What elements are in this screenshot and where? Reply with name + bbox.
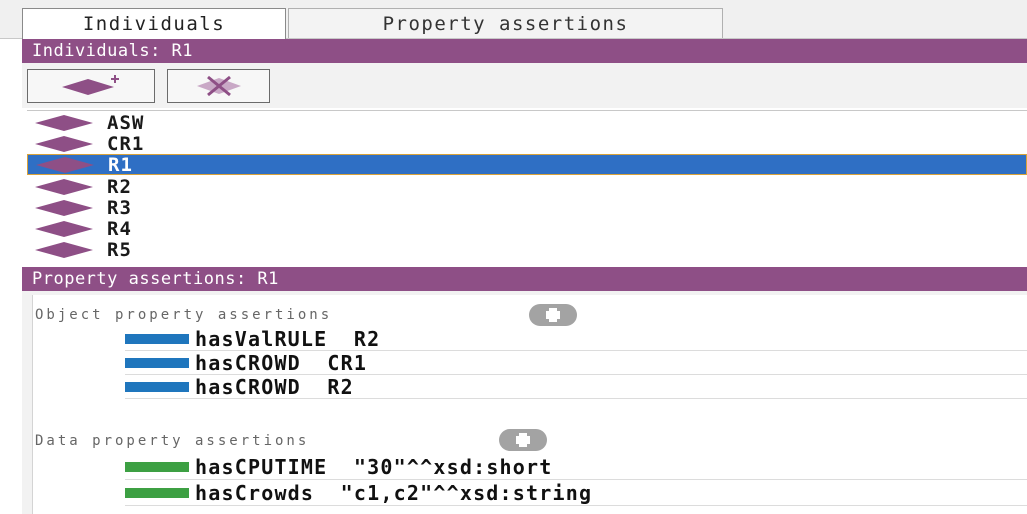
- list-item-r4[interactable]: R4: [27, 217, 1027, 240]
- list-item-r1[interactable]: R1: [27, 153, 1027, 176]
- add-object-assertion-button[interactable]: [529, 304, 577, 326]
- assertions-content: Object property assertions hasValRULE R2…: [32, 295, 1027, 514]
- add-data-assertion-button[interactable]: [499, 429, 547, 451]
- list-item-cr1[interactable]: CR1: [27, 132, 1027, 155]
- diamond-plus-icon: [62, 75, 119, 95]
- property-value: R2: [353, 326, 381, 351]
- individual-label: R2: [107, 175, 132, 198]
- individual-icon: [35, 114, 93, 131]
- data-assertion-row[interactable]: hasCPUTIME "30"^^xsd:short: [125, 454, 1027, 480]
- list-item-r5[interactable]: R5: [27, 238, 1027, 261]
- list-item-asw[interactable]: ASW: [27, 111, 1027, 134]
- property-name: hasCROWD: [195, 374, 301, 399]
- data-assertions-header: Data property assertions: [35, 433, 310, 449]
- property-value: "c1,c2"^^xsd:string: [340, 480, 593, 505]
- individual-label: R3: [107, 196, 132, 219]
- data-property-icon: [125, 487, 189, 498]
- object-property-icon: [125, 357, 189, 368]
- add-individual-button[interactable]: [27, 69, 155, 103]
- object-assertion-row[interactable]: hasCROWD R2: [125, 375, 1027, 399]
- individual-icon: [35, 220, 93, 237]
- individual-label: R5: [107, 238, 132, 261]
- individuals-list: ASW CR1 R1 R2 R3 R4 R5: [27, 110, 1027, 263]
- list-item-r2[interactable]: R2: [27, 175, 1027, 198]
- data-assertion-row[interactable]: hasCrowds "c1,c2"^^xsd:string: [125, 480, 1027, 506]
- property-name: hasValRULE: [195, 326, 328, 351]
- individuals-toolbar: [22, 63, 1027, 108]
- object-assertions-header: Object property assertions: [35, 307, 333, 323]
- individual-icon: [35, 135, 93, 152]
- individual-icon: [35, 199, 93, 216]
- tab-bar: Individuals Property assertions: [0, 0, 1027, 39]
- delete-diamond-icon: [196, 75, 241, 97]
- object-property-icon: [125, 381, 189, 392]
- data-property-icon: [125, 461, 189, 472]
- individual-icon: [35, 241, 93, 258]
- individuals-panel-title: Individuals: R1: [22, 39, 1027, 63]
- object-assertion-row[interactable]: hasCROWD CR1: [125, 351, 1027, 375]
- property-value: "30"^^xsd:short: [353, 454, 553, 479]
- property-name: hasCPUTIME: [195, 454, 328, 479]
- individual-label: ASW: [107, 111, 145, 134]
- assertions-panel-title: Property assertions: R1: [22, 267, 1027, 291]
- property-name: hasCROWD: [195, 350, 301, 375]
- individual-icon: [35, 178, 93, 195]
- object-assertion-row[interactable]: hasValRULE R2: [125, 327, 1027, 351]
- delete-individual-button[interactable]: [167, 69, 270, 103]
- property-value: CR1: [327, 350, 368, 375]
- tab-property-assertions[interactable]: Property assertions: [288, 8, 723, 38]
- property-name: hasCrowds: [195, 480, 315, 505]
- list-item-r3[interactable]: R3: [27, 196, 1027, 219]
- individual-icon: [36, 156, 94, 173]
- individual-label: CR1: [107, 132, 145, 155]
- individual-label: R1: [108, 153, 133, 176]
- tab-individuals[interactable]: Individuals: [22, 8, 286, 39]
- individual-label: R4: [107, 217, 132, 240]
- assertions-panel: Object property assertions hasValRULE R2…: [22, 291, 1027, 514]
- property-value: R2: [327, 374, 354, 399]
- object-property-icon: [125, 333, 189, 344]
